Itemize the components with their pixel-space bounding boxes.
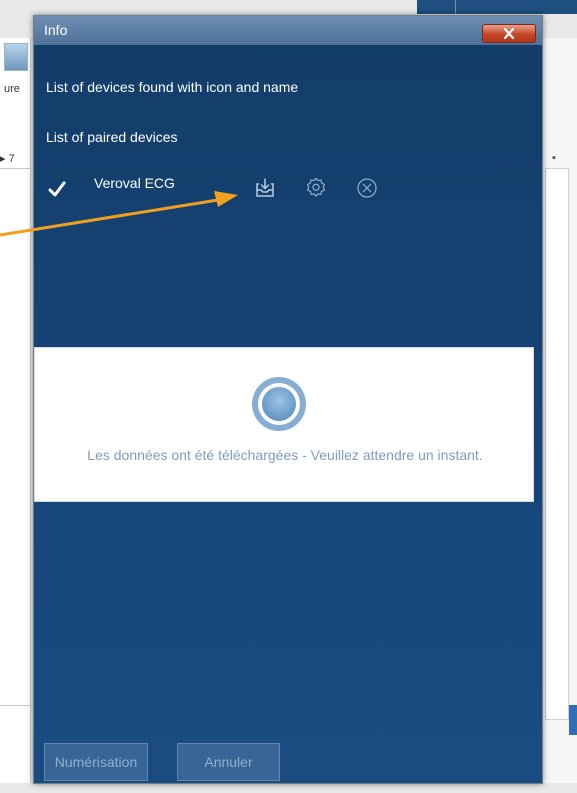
download-icon[interactable] [253, 176, 277, 200]
checkmark-icon [48, 181, 66, 197]
background-text: ▸ 7 [0, 153, 15, 165]
progress-panel: Les données ont été téléchargées - Veuil… [34, 347, 534, 502]
close-button[interactable] [482, 24, 536, 43]
progress-message: Les données ont été téléchargées - Veuil… [87, 447, 483, 463]
remove-icon[interactable] [355, 176, 379, 200]
scan-button[interactable]: Numérisation [44, 743, 148, 781]
background-thumbnail [4, 43, 28, 71]
found-devices-label: List of devices found with icon and name [46, 79, 299, 95]
dialog-title: Info [44, 22, 68, 38]
background-divider [0, 168, 30, 169]
loading-spinner-icon [252, 377, 306, 431]
background-window-titlebar [417, 0, 577, 14]
close-icon [503, 28, 515, 39]
background-panel-footer [0, 705, 30, 736]
dialog-titlebar[interactable]: Info [34, 16, 542, 45]
info-dialog: Info List of devices found with icon and… [33, 15, 543, 784]
background-content-area [545, 168, 569, 720]
paired-devices-label: List of paired devices [46, 129, 178, 145]
cancel-button[interactable]: Annuler [177, 743, 280, 781]
background-scrollbar[interactable] [569, 705, 577, 735]
background-text: ure [4, 83, 20, 95]
background-left-panel [0, 38, 31, 783]
settings-icon[interactable] [304, 176, 328, 200]
background-divider [455, 0, 456, 14]
background-marker: ▪ [552, 152, 556, 164]
device-name: Veroval ECG [94, 175, 175, 191]
